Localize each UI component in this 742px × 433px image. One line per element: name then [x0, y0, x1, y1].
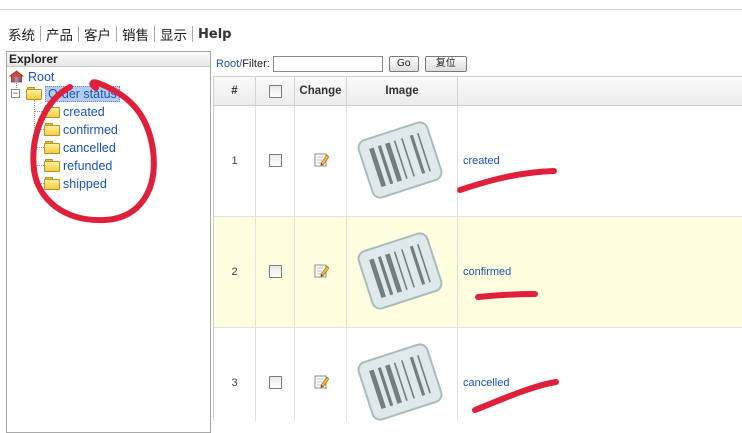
column-header-number[interactable]: #: [214, 77, 256, 105]
tree-item-label: Order status: [45, 85, 120, 102]
menu-customers[interactable]: 客户: [79, 24, 116, 44]
menu-display[interactable]: 显示: [155, 24, 192, 44]
menu-products[interactable]: 产品: [41, 24, 78, 44]
edit-icon[interactable]: [314, 152, 329, 167]
filter-bar: Root/ Filter: Go 复位: [216, 55, 473, 73]
tree-item-shipped[interactable]: shipped: [44, 175, 107, 192]
menu-sales[interactable]: 销售: [117, 24, 154, 44]
row-name-link[interactable]: cancelled: [463, 377, 509, 389]
breadcrumb-root-link[interactable]: Root/: [216, 58, 242, 70]
row-number: 1: [214, 106, 256, 216]
tree-root-label: Root: [28, 69, 55, 84]
tree-connector: [34, 147, 44, 148]
barcode-icon[interactable]: [352, 223, 448, 319]
data-grid: # Change Image 1 created 2 confirmed 3 c…: [213, 76, 742, 421]
explorer-panel: Explorer Root − Order status created con…: [6, 51, 211, 433]
reset-button[interactable]: 复位: [424, 56, 467, 72]
explorer-title: Explorer: [7, 52, 210, 67]
column-header-change[interactable]: Change: [295, 77, 347, 105]
menu-system[interactable]: 系统: [8, 24, 40, 44]
row-select-cell: [256, 106, 295, 216]
row-change-cell: [295, 106, 347, 216]
column-header-image[interactable]: Image: [347, 77, 458, 105]
barcode-icon[interactable]: [352, 112, 448, 208]
row-checkbox[interactable]: [269, 154, 282, 167]
table-row: 2 confirmed: [214, 217, 742, 328]
row-checkbox[interactable]: [269, 265, 282, 278]
edit-icon[interactable]: [314, 374, 329, 389]
grid-header: # Change Image: [214, 77, 742, 106]
tree-connector: [34, 100, 35, 184]
folder-icon: [44, 177, 60, 190]
select-all-checkbox[interactable]: [269, 85, 282, 98]
row-number: 3: [214, 328, 256, 421]
tree-connector: [34, 129, 44, 130]
row-change-cell: [295, 217, 347, 327]
tree-connector: [34, 111, 44, 112]
column-header-name[interactable]: [458, 77, 742, 105]
folder-open-icon: [26, 87, 42, 100]
table-row: 3 cancelled: [214, 328, 742, 421]
table-row: 1 created: [214, 106, 742, 217]
tree-item-label: created: [63, 104, 105, 119]
row-checkbox[interactable]: [269, 376, 282, 389]
tree-connector: [34, 183, 44, 184]
row-image-cell: [347, 217, 458, 327]
tree-item-refunded[interactable]: refunded: [44, 157, 112, 174]
row-name-cell: confirmed: [458, 217, 742, 327]
row-name-link[interactable]: created: [463, 155, 500, 167]
tree-item-created[interactable]: created: [44, 103, 105, 120]
root-home-icon: [8, 70, 25, 83]
column-header-select: [256, 77, 295, 105]
row-select-cell: [256, 217, 295, 327]
tree-expander-icon[interactable]: −: [11, 89, 20, 98]
menu-help[interactable]: Help: [193, 27, 236, 42]
tree-root[interactable]: Root: [8, 68, 55, 85]
folder-icon: [44, 141, 60, 154]
tree-connector: [34, 165, 44, 166]
tree-item-order-status[interactable]: Order status: [26, 85, 120, 102]
menu-bar: 系统 产品 客户 销售 显示 Help: [8, 24, 236, 44]
filter-input[interactable]: [272, 56, 383, 72]
row-name-cell: cancelled: [458, 328, 742, 421]
edit-icon[interactable]: [314, 263, 329, 278]
row-change-cell: [295, 328, 347, 421]
row-name-cell: created: [458, 106, 742, 216]
row-image-cell: [347, 106, 458, 216]
tree-item-confirmed[interactable]: confirmed: [44, 121, 118, 138]
top-divider: [0, 9, 742, 10]
row-image-cell: [347, 328, 458, 421]
go-button[interactable]: Go: [388, 56, 419, 72]
folder-icon: [44, 123, 60, 136]
folder-icon: [44, 159, 60, 172]
tree-item-label: refunded: [63, 158, 113, 173]
row-select-cell: [256, 328, 295, 421]
row-number: 2: [214, 217, 256, 327]
folder-icon: [44, 105, 60, 118]
tree-item-label: cancelled: [63, 140, 116, 155]
tree-item-label: confirmed: [63, 122, 118, 137]
tree-item-label: shipped: [63, 176, 107, 191]
row-name-link[interactable]: confirmed: [463, 266, 511, 278]
filter-label: Filter:: [242, 58, 270, 70]
tree-item-cancelled[interactable]: cancelled: [44, 139, 116, 156]
barcode-icon[interactable]: [352, 334, 448, 421]
